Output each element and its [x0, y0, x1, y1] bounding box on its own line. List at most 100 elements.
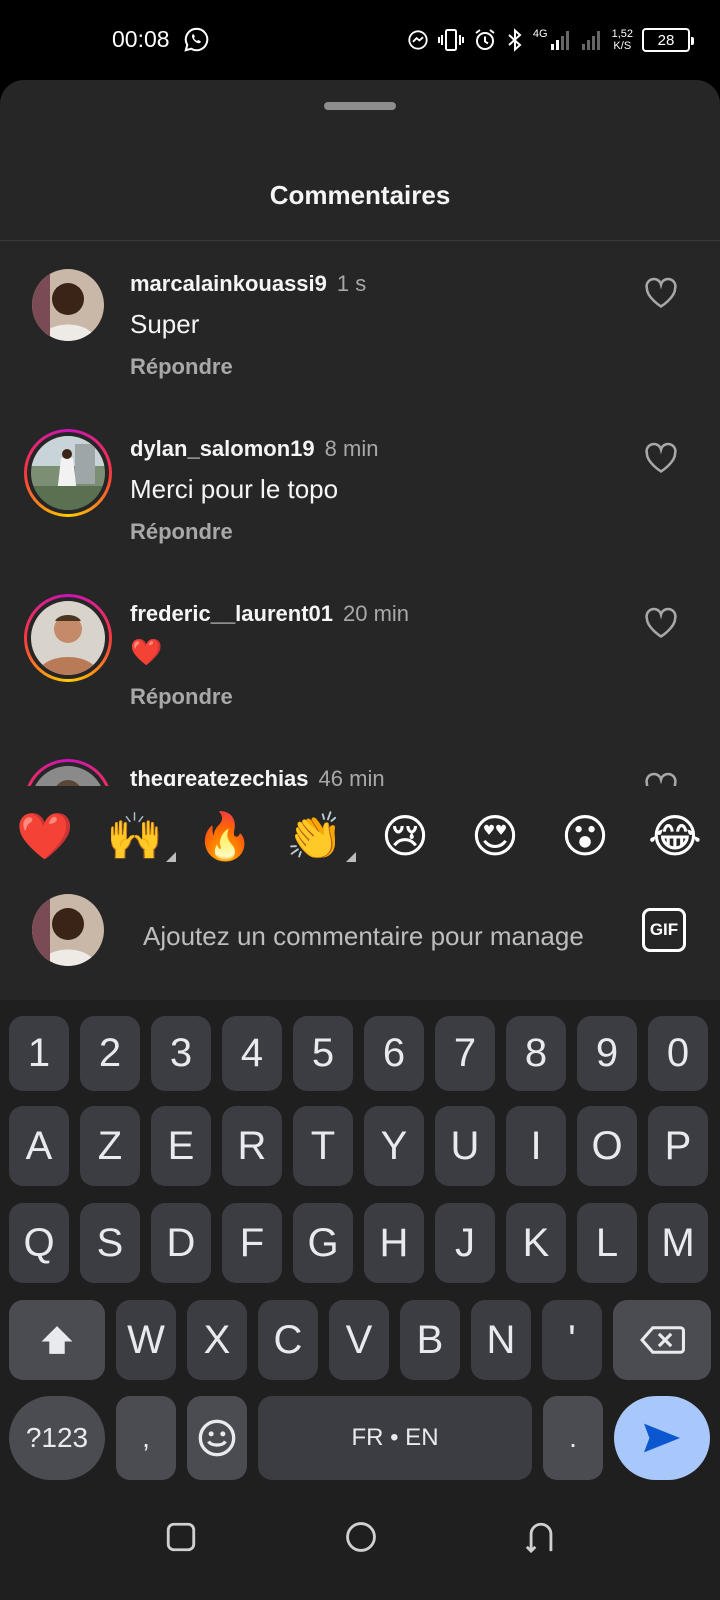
- sheet-drag-handle[interactable]: [324, 102, 396, 110]
- key-apostrophe[interactable]: ': [542, 1300, 602, 1380]
- key-c[interactable]: C: [258, 1300, 318, 1380]
- backspace-icon: [640, 1326, 685, 1354]
- comment-text: Merci pour le topo: [130, 474, 339, 504]
- comment-time: 1 s: [336, 271, 367, 296]
- period-key[interactable]: .: [543, 1396, 603, 1480]
- backspace-key[interactable]: [613, 1300, 711, 1380]
- key-5[interactable]: 5: [293, 1016, 353, 1091]
- key-x[interactable]: X: [187, 1300, 247, 1380]
- symbols-key[interactable]: ?123: [9, 1396, 105, 1480]
- comma-key[interactable]: ,: [116, 1396, 176, 1480]
- quick-reaction-bar: ❤️ 🙌 🔥 👏 😢 😍 😮 😂: [0, 788, 720, 884]
- key-n[interactable]: N: [471, 1300, 531, 1380]
- key-v[interactable]: V: [329, 1300, 389, 1380]
- key-6[interactable]: 6: [364, 1016, 424, 1091]
- comment-list[interactable]: marcalainkouassi9 1 s Super Répondre dyla…: [0, 241, 720, 786]
- story-ring[interactable]: [24, 429, 112, 517]
- key-h[interactable]: H: [364, 1203, 424, 1283]
- status-icons: 4G 1,52 K/S 28: [407, 22, 694, 58]
- key-g[interactable]: G: [293, 1203, 353, 1283]
- key-z[interactable]: Z: [80, 1106, 140, 1186]
- comment-text: ❤️: [130, 637, 163, 667]
- key-j[interactable]: J: [435, 1203, 495, 1283]
- comment-item: thegreatezechias 46 min: [0, 736, 720, 786]
- emoji-key[interactable]: [187, 1396, 247, 1480]
- emoji-icon: [198, 1419, 236, 1457]
- key-7[interactable]: 7: [435, 1016, 495, 1091]
- gif-button[interactable]: GIF: [642, 908, 686, 952]
- key-1[interactable]: 1: [9, 1016, 69, 1091]
- key-y[interactable]: Y: [364, 1106, 424, 1186]
- reaction-clapping[interactable]: 👏: [270, 788, 360, 884]
- reaction-fire[interactable]: 🔥: [180, 788, 270, 884]
- reaction-raising-hands[interactable]: 🙌: [90, 788, 180, 884]
- key-4[interactable]: 4: [222, 1016, 282, 1091]
- key-d[interactable]: D: [151, 1203, 211, 1283]
- comment-time: 20 min: [343, 601, 410, 626]
- vibrate-icon: [437, 29, 464, 51]
- key-2[interactable]: 2: [80, 1016, 140, 1091]
- key-3[interactable]: 3: [151, 1016, 211, 1091]
- network-type: 4G: [532, 28, 548, 40]
- comment-username[interactable]: thegreatezechias: [130, 766, 309, 786]
- comments-sheet: Commentaires marcalainkouassi9 1 s Super …: [0, 80, 720, 1000]
- like-heart-icon[interactable]: [644, 772, 678, 786]
- key-i[interactable]: I: [506, 1106, 566, 1186]
- key-u[interactable]: U: [435, 1106, 495, 1186]
- story-ring[interactable]: [24, 594, 112, 682]
- key-9[interactable]: 9: [577, 1016, 637, 1091]
- shift-icon: [41, 1326, 73, 1354]
- key-b[interactable]: B: [400, 1300, 460, 1380]
- comment-username[interactable]: marcalainkouassi9: [130, 271, 327, 296]
- reply-button[interactable]: Répondre: [130, 354, 233, 380]
- reaction-surprised[interactable]: 😮: [540, 788, 630, 884]
- reaction-heart[interactable]: ❤️: [0, 788, 90, 884]
- key-m[interactable]: M: [648, 1203, 708, 1283]
- key-8[interactable]: 8: [506, 1016, 566, 1091]
- key-t[interactable]: T: [293, 1106, 353, 1186]
- key-l[interactable]: L: [577, 1203, 637, 1283]
- messenger-icon: [408, 30, 428, 50]
- whatsapp-icon: [184, 27, 209, 52]
- reply-button[interactable]: Répondre: [130, 519, 233, 545]
- send-key[interactable]: [614, 1396, 710, 1480]
- comment-time: 46 min: [318, 766, 385, 786]
- comment-time: 8 min: [324, 436, 379, 461]
- key-s[interactable]: S: [80, 1203, 140, 1283]
- bluetooth-icon: [508, 28, 522, 52]
- reaction-crying[interactable]: 😢: [360, 788, 450, 884]
- comment-item: dylan_salomon19 8 min Merci pour le topo …: [0, 406, 720, 571]
- key-p[interactable]: P: [648, 1106, 708, 1186]
- key-w[interactable]: W: [116, 1300, 176, 1380]
- story-ring[interactable]: [24, 759, 112, 786]
- shift-key[interactable]: [9, 1300, 105, 1380]
- skin-tone-indicator: [346, 852, 356, 862]
- key-q[interactable]: Q: [9, 1203, 69, 1283]
- reaction-laughing[interactable]: 😂: [630, 788, 720, 884]
- key-a[interactable]: A: [9, 1106, 69, 1186]
- home-icon[interactable]: [344, 1520, 378, 1554]
- my-avatar: [32, 894, 104, 966]
- avatar[interactable]: [32, 269, 104, 341]
- like-heart-icon[interactable]: [644, 607, 678, 639]
- comment-text: Super: [130, 309, 200, 339]
- reaction-heart-eyes[interactable]: 😍: [450, 788, 540, 884]
- back-icon[interactable]: [524, 1520, 558, 1554]
- key-o[interactable]: O: [577, 1106, 637, 1186]
- key-0[interactable]: 0: [648, 1016, 708, 1091]
- space-key[interactable]: FR • EN: [258, 1396, 532, 1480]
- alarm-icon: [475, 29, 495, 50]
- comment-input[interactable]: [143, 916, 609, 956]
- comment-username[interactable]: dylan_salomon19: [130, 436, 315, 461]
- key-e[interactable]: E: [151, 1106, 211, 1186]
- key-f[interactable]: F: [222, 1203, 282, 1283]
- avatar: [31, 601, 105, 675]
- reply-button[interactable]: Répondre: [130, 684, 233, 710]
- comment-username[interactable]: frederic__laurent01: [130, 601, 333, 626]
- key-r[interactable]: R: [222, 1106, 282, 1186]
- like-heart-icon[interactable]: [644, 442, 678, 474]
- recents-icon[interactable]: [164, 1520, 198, 1554]
- comment-item: frederic__laurent01 20 min ❤️ Répondre: [0, 571, 720, 736]
- like-heart-icon[interactable]: [644, 277, 678, 309]
- key-k[interactable]: K: [506, 1203, 566, 1283]
